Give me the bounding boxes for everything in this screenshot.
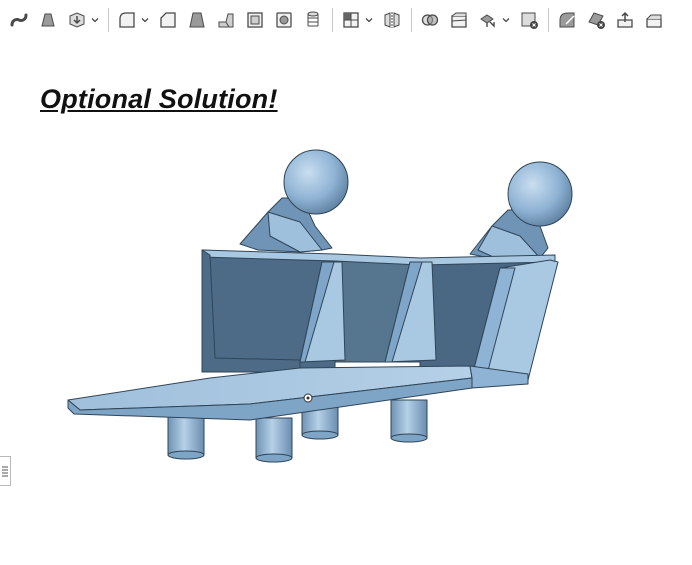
- hole-button[interactable]: [271, 7, 297, 33]
- list-icon: [2, 466, 8, 477]
- toolbar-separator: [411, 8, 412, 32]
- left-ball-joint: [239, 149, 349, 253]
- delete-part-button[interactable]: [516, 7, 542, 33]
- hole-icon: [276, 12, 292, 28]
- mirror-icon: [384, 12, 400, 28]
- toolbar-separator: [548, 8, 549, 32]
- chevron-down-icon: [502, 18, 510, 23]
- thicken-button[interactable]: [64, 7, 90, 33]
- chevron-down-icon: [365, 18, 373, 23]
- replace-face-button[interactable]: [641, 7, 667, 33]
- modify-fillet-button[interactable]: [554, 7, 580, 33]
- pattern-dropdown[interactable]: [363, 7, 375, 33]
- thicken-icon: [69, 12, 85, 28]
- move-face-icon: [617, 11, 633, 28]
- delete-face-button[interactable]: [583, 7, 609, 33]
- thread-icon: [307, 11, 319, 27]
- split-button[interactable]: [446, 7, 472, 33]
- feature-list-toggle[interactable]: [0, 456, 11, 486]
- feature-toolbar: [0, 0, 692, 40]
- transform-dropdown[interactable]: [500, 7, 512, 33]
- transform-icon: [480, 14, 495, 28]
- 3d-model-viewport[interactable]: [0, 130, 692, 470]
- move-face-button[interactable]: [612, 7, 638, 33]
- toolbar-separator: [108, 8, 109, 32]
- delete-face-icon: [588, 12, 605, 29]
- thread-button[interactable]: [300, 7, 326, 33]
- replace-face-icon: [646, 14, 662, 28]
- fillet-button[interactable]: [114, 7, 140, 33]
- thicken-dropdown[interactable]: [89, 7, 101, 33]
- chevron-down-icon: [91, 18, 99, 23]
- chevron-down-icon: [141, 18, 149, 23]
- chamfer-button[interactable]: [155, 7, 181, 33]
- boolean-button[interactable]: [417, 7, 443, 33]
- sweep-button[interactable]: [6, 7, 32, 33]
- loft-button[interactable]: [35, 7, 61, 33]
- fillet-icon: [119, 12, 135, 28]
- chamfer-icon: [160, 12, 176, 28]
- boolean-icon: [421, 14, 439, 26]
- fillet-dropdown[interactable]: [139, 7, 151, 33]
- box-body: [201, 249, 559, 385]
- mirror-button[interactable]: [379, 7, 405, 33]
- right-ball-joint: [469, 161, 573, 261]
- sweep-icon: [10, 13, 28, 27]
- modify-fillet-icon: [559, 12, 575, 28]
- pattern-button[interactable]: [338, 7, 364, 33]
- page-title: Optional Solution!: [40, 84, 278, 114]
- rib-button[interactable]: [213, 7, 239, 33]
- draft-icon: [189, 12, 205, 28]
- pattern-icon: [343, 12, 359, 28]
- shell-icon: [247, 12, 263, 28]
- transform-button[interactable]: [475, 7, 501, 33]
- loft-icon: [41, 13, 55, 27]
- base-plate: [67, 365, 529, 421]
- toolbar-separator: [332, 8, 333, 32]
- rib-icon: [218, 13, 234, 28]
- draft-button[interactable]: [184, 7, 210, 33]
- support-bracket-model: [67, 149, 573, 463]
- shell-button[interactable]: [242, 7, 268, 33]
- split-icon: [451, 12, 467, 28]
- delete-part-icon: [521, 12, 538, 29]
